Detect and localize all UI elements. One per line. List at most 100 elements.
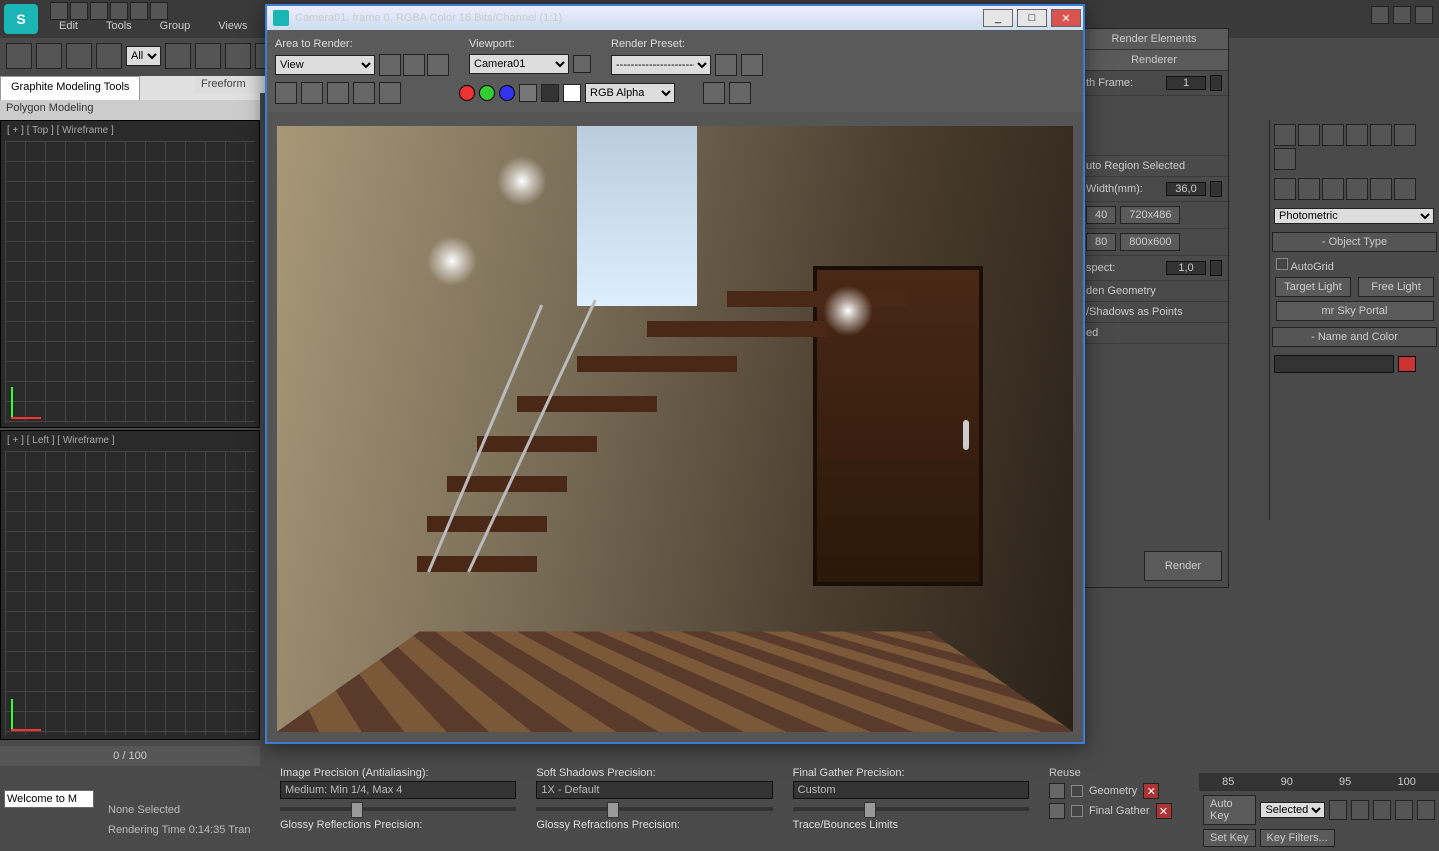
systems-icon[interactable] (1274, 148, 1296, 170)
lock-icon[interactable] (1049, 783, 1065, 799)
maximize-button[interactable]: □ (1017, 9, 1047, 27)
width-input[interactable] (1166, 182, 1206, 196)
next-frame-icon[interactable] (1395, 800, 1413, 820)
rendered-image[interactable] (277, 126, 1073, 732)
image-precision-slider[interactable] (280, 807, 516, 811)
app-logo[interactable]: S (4, 4, 38, 34)
render-setup-icon[interactable] (715, 54, 737, 76)
time-ruler[interactable]: 85 90 95 100 (1199, 773, 1439, 791)
soft-shadows-slider[interactable] (536, 807, 772, 811)
tab-render-elements[interactable]: Render Elements (1080, 29, 1228, 50)
channel-select[interactable]: RGB Alpha (585, 83, 675, 103)
help-icon[interactable] (1393, 6, 1411, 24)
sub-icon[interactable] (1298, 178, 1320, 200)
spinner-icon[interactable] (1210, 181, 1222, 197)
menu-views[interactable]: Views (204, 14, 261, 38)
qat-icon[interactable] (130, 2, 148, 20)
clear-icon[interactable] (379, 82, 401, 104)
qat-icon[interactable] (50, 2, 68, 20)
color-swatch[interactable] (1398, 356, 1416, 372)
geometry-icon[interactable] (1274, 124, 1296, 146)
copy-image-icon[interactable] (301, 82, 323, 104)
render-preset-select[interactable]: ------------------------- (611, 55, 711, 75)
close-button[interactable]: ✕ (1051, 9, 1081, 27)
qat-icon[interactable] (90, 2, 108, 20)
print-icon[interactable] (353, 82, 375, 104)
sky-portal-button[interactable]: mr Sky Portal (1276, 301, 1434, 321)
qat-icon[interactable] (150, 2, 168, 20)
res-preset-button[interactable]: 80 (1086, 233, 1116, 251)
environment-icon[interactable] (741, 54, 763, 76)
delete-icon[interactable]: ✕ (1143, 783, 1159, 799)
spinner-icon[interactable] (1210, 75, 1222, 91)
redo-icon[interactable] (36, 43, 62, 69)
viewport-label[interactable]: [ + ] [ Top ] [ Wireframe ] (7, 125, 114, 136)
green-channel-toggle[interactable] (479, 85, 495, 101)
sub-icon[interactable] (1346, 178, 1368, 200)
autokey-button[interactable]: Auto Key (1203, 795, 1256, 825)
sub-icon[interactable] (1322, 178, 1344, 200)
undo-icon[interactable] (6, 43, 32, 69)
spacewarps-icon[interactable] (1394, 124, 1416, 146)
qat-icon[interactable] (110, 2, 128, 20)
helpers-icon[interactable] (1370, 124, 1392, 146)
toggle-ui-icon[interactable] (703, 82, 725, 104)
rotate-icon[interactable] (225, 43, 251, 69)
res-preset-button[interactable]: 800x600 (1120, 233, 1180, 251)
qat-icon[interactable] (70, 2, 88, 20)
link-icon[interactable] (66, 43, 92, 69)
free-light-button[interactable]: Free Light (1358, 277, 1434, 297)
sub-icon[interactable] (1394, 178, 1416, 200)
lock-icon[interactable] (1049, 803, 1065, 819)
sub-icon[interactable] (1370, 178, 1392, 200)
viewport-left[interactable]: [ + ] [ Left ] [ Wireframe ] (0, 430, 260, 740)
aspect-input[interactable] (1166, 261, 1206, 275)
render-button[interactable]: Render (1144, 551, 1222, 581)
minimize-button[interactable]: _ (983, 9, 1013, 27)
res-preset-button[interactable]: 40 (1086, 206, 1116, 224)
blue-channel-toggle[interactable] (499, 85, 515, 101)
select-icon[interactable] (165, 43, 191, 69)
sub-icon[interactable] (1274, 178, 1296, 200)
viewport-label[interactable]: [ + ] [ Left ] [ Wireframe ] (7, 435, 115, 446)
render-window-titlebar[interactable]: Camera01, frame 0, RGBA Color 16 Bits/Ch… (267, 6, 1083, 30)
clone-icon[interactable] (327, 82, 349, 104)
goto-start-icon[interactable] (1329, 800, 1347, 820)
selection-filter-select[interactable]: All (126, 46, 161, 66)
ribbon-panel-polygon[interactable]: Polygon Modeling (0, 100, 260, 120)
reuse-geometry-checkbox[interactable] (1071, 785, 1083, 797)
move-icon[interactable] (195, 43, 221, 69)
lock-icon[interactable] (573, 55, 591, 73)
maxscript-listener[interactable] (4, 790, 94, 808)
toggle-overlay-icon[interactable] (729, 82, 751, 104)
target-light-button[interactable]: Target Light (1275, 277, 1351, 297)
mono-channel-toggle[interactable] (541, 84, 559, 102)
color-swatch[interactable] (563, 84, 581, 102)
light-type-select[interactable]: Photometric (1274, 208, 1434, 224)
reuse-fg-checkbox[interactable] (1071, 805, 1083, 817)
final-gather-slider[interactable] (793, 807, 1029, 811)
auto-region-icon[interactable] (403, 54, 425, 76)
viewport-select[interactable]: Camera01 (469, 54, 569, 74)
res-preset-button[interactable]: 720x486 (1120, 206, 1180, 224)
spinner-icon[interactable] (1210, 260, 1222, 276)
shapes-icon[interactable] (1298, 124, 1320, 146)
help2-icon[interactable] (1415, 6, 1433, 24)
viewport-top[interactable]: [ + ] [ Top ] [ Wireframe ] (0, 120, 260, 428)
edit-region-icon[interactable] (379, 54, 401, 76)
alpha-channel-toggle[interactable] (519, 84, 537, 102)
setkey-button[interactable]: Set Key (1203, 829, 1256, 847)
goto-end-icon[interactable] (1417, 800, 1435, 820)
object-name-input[interactable] (1274, 355, 1394, 373)
autogrid-checkbox[interactable] (1276, 258, 1288, 270)
lights-icon[interactable] (1322, 124, 1344, 146)
cameras-icon[interactable] (1346, 124, 1368, 146)
time-slider[interactable]: 0 / 100 (0, 746, 260, 766)
unlink-icon[interactable] (96, 43, 122, 69)
key-filters-button[interactable]: Key Filters... (1260, 829, 1335, 847)
tab-renderer[interactable]: Renderer (1080, 50, 1228, 71)
area-to-render-select[interactable]: View (275, 55, 375, 75)
favorite-icon[interactable] (1371, 6, 1389, 24)
red-channel-toggle[interactable] (459, 85, 475, 101)
play-icon[interactable] (1373, 800, 1391, 820)
